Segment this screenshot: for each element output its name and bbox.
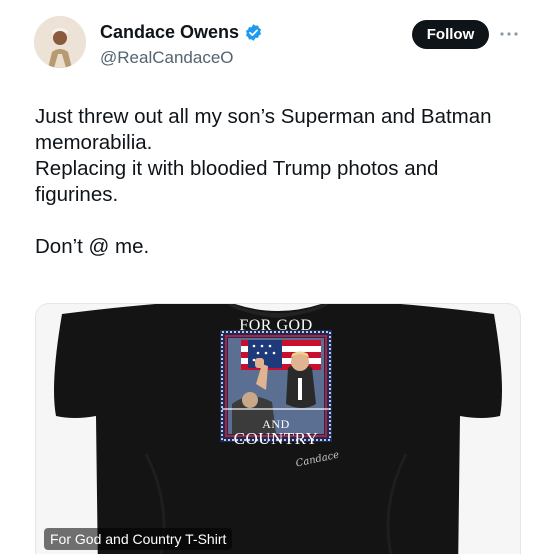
author-name[interactable]: Candace Owens	[100, 22, 239, 43]
print-top-text: FOR GOD	[239, 317, 312, 334]
tshirt-image: FOR GOD AND COUNTRY Candace	[54, 304, 502, 554]
tweet-line-4: figurines.	[35, 183, 119, 206]
author-name-row[interactable]: Candace Owens	[100, 22, 263, 43]
tweet-line-2: memorabilia.	[35, 131, 153, 154]
tweet-line-3: Replacing it with bloodied Trump photos …	[35, 157, 439, 180]
more-dots-glyph	[500, 32, 518, 36]
verified-badge-icon	[246, 24, 262, 41]
tweet-line-6: Don’t @ me.	[35, 235, 150, 258]
follow-button[interactable]: Follow	[412, 20, 489, 49]
more-dots-icon[interactable]	[498, 24, 520, 44]
author-handle[interactable]: @RealCandaceO	[100, 48, 234, 68]
tweet-text: Just threw out all my son’s Superman and…	[35, 104, 535, 260]
media-card[interactable]: FOR GOD AND COUNTRY Candace For God and …	[35, 303, 521, 554]
avatar[interactable]	[34, 16, 86, 68]
tweet-line-break	[35, 208, 535, 234]
print-bottom-text: COUNTRY	[234, 429, 319, 448]
avatar-photo	[34, 16, 86, 68]
tweet-line-1: Just threw out all my son’s Superman and…	[35, 105, 492, 128]
media-caption: For God and Country T-Shirt	[44, 528, 233, 550]
tweet-card: Candace Owens @RealCandaceO Follow Just …	[0, 0, 554, 554]
